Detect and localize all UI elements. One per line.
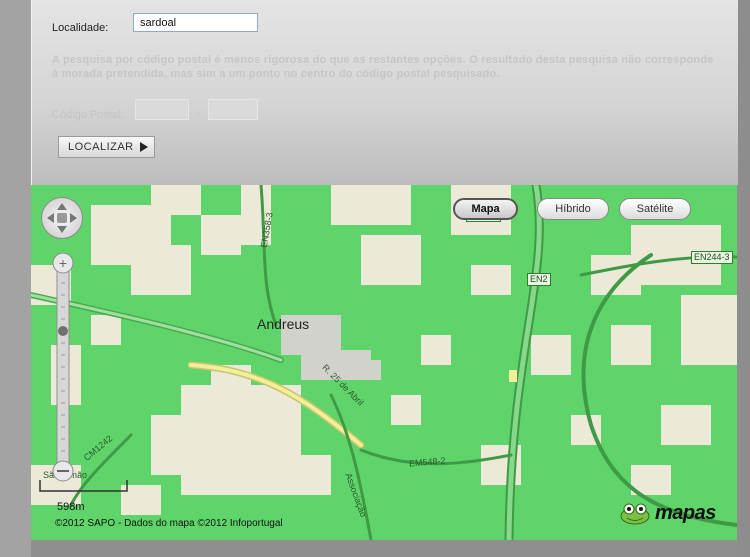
svg-text:+: +	[59, 255, 67, 271]
mapas-logo-text: mapas	[655, 501, 716, 524]
right-margin	[737, 0, 750, 557]
locality-label: Localidade:	[52, 22, 109, 34]
map-canvas	[31, 185, 737, 540]
postal-code-label: Código Postal:	[52, 109, 124, 121]
frog-logo-icon	[620, 503, 650, 525]
postal-code-separator: -	[196, 108, 200, 120]
locality-input[interactable]	[133, 13, 258, 32]
mapas-logo: mapas	[619, 501, 716, 525]
road-highlight	[509, 370, 517, 382]
bottom-bar	[31, 540, 737, 557]
zoom-slider-graphic: +	[52, 252, 74, 482]
scale-label: 598m	[57, 501, 85, 513]
postal-code-note: A pesquisa por código postal é menos rig…	[52, 54, 714, 80]
map-type-mapa-button[interactable]: Mapa	[453, 198, 518, 220]
locate-button[interactable]: LOCALIZAR	[58, 136, 155, 158]
map-copyright: ©2012 SAPO - Dados do mapa ©2012 Infopor…	[55, 518, 283, 529]
postal-code-field-1[interactable]	[135, 99, 189, 120]
road-shield-en2: EN2	[527, 273, 551, 286]
map-type-satelite-button[interactable]: Satélite	[619, 198, 691, 220]
left-margin	[0, 0, 31, 557]
zoom-slider[interactable]: +	[50, 252, 76, 482]
play-arrow-icon	[139, 142, 148, 152]
pan-control[interactable]	[41, 197, 83, 239]
postal-code-field-2[interactable]	[208, 99, 258, 120]
pan-arrows-icon	[47, 203, 77, 233]
built-area-patches	[31, 185, 737, 515]
road-shield-en244: EN244-3	[691, 251, 733, 264]
map-type-hibrido-button[interactable]: Híbrido	[537, 198, 609, 220]
map-view[interactable]: Andreus EN358-3 EM548 EN2 EN244-3 R. 25 …	[31, 185, 737, 540]
locate-button-label: LOCALIZAR	[68, 141, 134, 153]
place-label-andreus: Andreus	[257, 316, 310, 332]
scale-bar	[39, 480, 128, 492]
zoom-handle	[58, 326, 68, 336]
